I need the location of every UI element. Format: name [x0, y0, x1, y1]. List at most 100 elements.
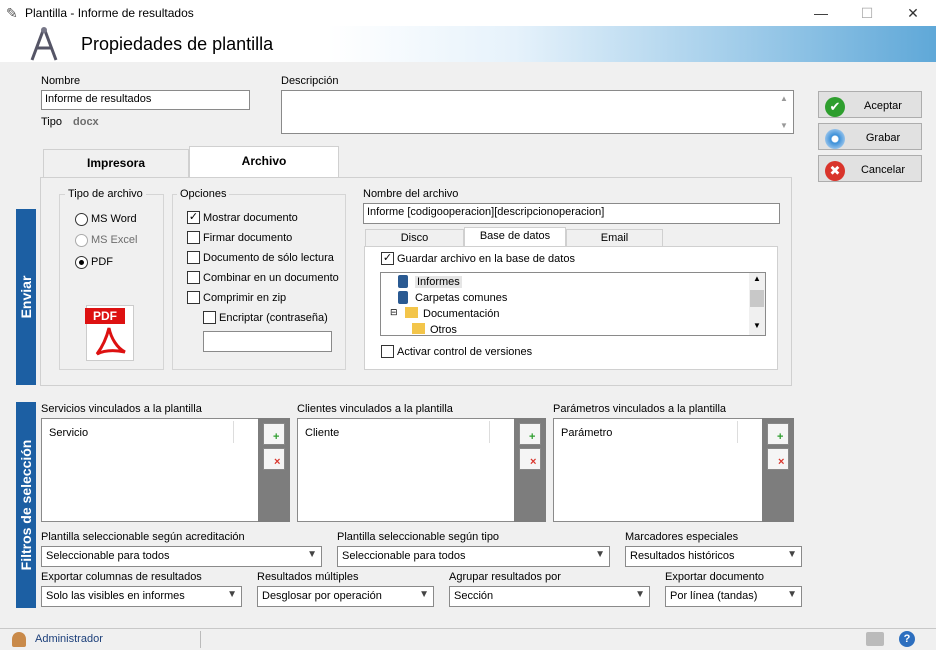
collapse-icon[interactable]: ⊟ [390, 307, 398, 318]
nombre-field[interactable]: Informe de resultados [41, 90, 250, 110]
opciones-title: Opciones [177, 188, 230, 200]
remove-icon: × [274, 456, 281, 468]
tab-archivo[interactable]: Archivo [189, 146, 339, 178]
exportar-columnas-select[interactable]: Solo las visibles en informes ▼ [41, 586, 242, 607]
nombre-archivo-label: Nombre del archivo [363, 188, 459, 200]
pdf-label[interactable]: PDF [91, 256, 113, 268]
status-bar: Administrador ? [0, 628, 936, 650]
firmar-documento-checkbox[interactable] [187, 231, 200, 244]
parametros-list[interactable]: Parámetro [553, 418, 763, 522]
solo-lectura-label[interactable]: Documento de sólo lectura [203, 252, 334, 264]
tree-item-otros[interactable]: Otros [430, 324, 457, 335]
enviar-sidebar: Enviar [16, 209, 36, 385]
compass-icon [30, 27, 58, 61]
add-cliente-button[interactable]: + [519, 423, 541, 445]
solo-lectura-checkbox[interactable] [187, 251, 200, 264]
comprimir-zip-label[interactable]: Comprimir en zip [203, 292, 286, 304]
title-bar: ✎ Plantilla - Informe de resultados — ☐ … [0, 0, 936, 26]
clientes-title: Clientes vinculados a la plantilla [297, 403, 453, 415]
tree-scrollbar[interactable]: ▲ ▼ [749, 273, 765, 335]
tipo-value: docx [73, 116, 99, 128]
agrupar-select[interactable]: Sección ▼ [449, 586, 650, 607]
descripcion-field[interactable] [281, 90, 794, 134]
add-icon: + [273, 431, 280, 443]
mostrar-documento-label[interactable]: Mostrar documento [203, 212, 298, 224]
exportar-columnas-label: Exportar columnas de resultados [41, 571, 202, 583]
ms-excel-label[interactable]: MS Excel [91, 234, 137, 246]
folder-icon [405, 307, 418, 318]
remove-servicio-button[interactable]: × [263, 448, 285, 470]
cancelar-button[interactable]: ✖ Cancelar [818, 155, 922, 182]
add-parametro-button[interactable]: + [767, 423, 789, 445]
pdf-radio[interactable] [75, 256, 88, 269]
grabar-button[interactable]: Grabar [818, 123, 922, 150]
remove-parametro-button[interactable]: × [767, 448, 789, 470]
folder-tree[interactable]: Informes Carpetas comunes ⊟ Documentació… [380, 272, 766, 336]
status-user: Administrador [35, 633, 103, 645]
close-button[interactable]: ✕ [890, 0, 936, 26]
exportar-documento-label: Exportar documento [665, 571, 765, 583]
disc-icon [825, 129, 845, 149]
database-icon [398, 291, 408, 304]
tipo-select[interactable]: Seleccionable para todos ▼ [337, 546, 610, 567]
guardar-bd-label[interactable]: Guardar archivo en la base de datos [397, 253, 575, 265]
parametro-column-header[interactable]: Parámetro [561, 427, 612, 439]
servicios-list[interactable]: Servicio [41, 418, 259, 522]
check-icon: ✔ [825, 97, 845, 117]
remove-cliente-button[interactable]: × [519, 448, 541, 470]
chevron-down-icon: ▼ [307, 549, 317, 560]
encriptar-checkbox[interactable] [203, 311, 216, 324]
tree-item-informes[interactable]: Informes [415, 276, 462, 288]
exportar-documento-select[interactable]: Por línea (tandas) ▼ [665, 586, 802, 607]
tipo-select-label: Plantilla seleccionable según tipo [337, 531, 500, 543]
scroll-up-icon[interactable]: ▲ [780, 94, 788, 103]
tipo-label: Tipo [41, 116, 62, 128]
ms-word-radio[interactable] [75, 213, 88, 226]
cancel-icon: ✖ [825, 161, 845, 181]
ms-word-label[interactable]: MS Word [91, 213, 137, 225]
marcadores-select[interactable]: Resultados históricos ▼ [625, 546, 802, 567]
chevron-down-icon: ▼ [595, 549, 605, 560]
folder-icon [412, 323, 425, 334]
help-icon[interactable]: ? [899, 631, 915, 647]
scroll-down-icon[interactable]: ▼ [780, 121, 788, 130]
printer-icon[interactable] [866, 632, 884, 646]
pdf-icon: PDF [85, 305, 134, 361]
tab-impresora[interactable]: Impresora [43, 149, 189, 178]
resultados-multiples-select[interactable]: Desglosar por operación ▼ [257, 586, 434, 607]
subtab-base-datos[interactable]: Base de datos [464, 227, 566, 247]
app-icon: ✎ [6, 5, 18, 21]
aceptar-button[interactable]: ✔ Aceptar [818, 91, 922, 118]
tree-item-documentacion[interactable]: Documentación [423, 308, 499, 320]
acreditacion-select[interactable]: Seleccionable para todos ▼ [41, 546, 322, 567]
password-field[interactable] [203, 331, 332, 352]
user-icon [12, 632, 26, 647]
versiones-label[interactable]: Activar control de versiones [397, 346, 532, 358]
guardar-bd-checkbox[interactable]: ✓ [381, 252, 394, 265]
versiones-checkbox[interactable] [381, 345, 394, 358]
parametros-title: Parámetros vinculados a la plantilla [553, 403, 727, 415]
clientes-list[interactable]: Cliente [297, 418, 515, 522]
chevron-down-icon: ▼ [787, 549, 797, 560]
servicio-column-header[interactable]: Servicio [49, 427, 88, 439]
firmar-documento-label[interactable]: Firmar documento [203, 232, 292, 244]
chevron-down-icon: ▼ [419, 589, 429, 600]
encriptar-label[interactable]: Encriptar (contraseña) [219, 312, 328, 324]
page-title: Propiedades de plantilla [81, 34, 274, 54]
comprimir-zip-checkbox[interactable] [187, 291, 200, 304]
subtab-disco[interactable]: Disco [365, 229, 464, 247]
maximize-button[interactable]: ☐ [844, 0, 890, 26]
combinar-checkbox[interactable] [187, 271, 200, 284]
chevron-down-icon: ▼ [227, 589, 237, 600]
cliente-column-header[interactable]: Cliente [305, 427, 339, 439]
servicios-title: Servicios vinculados a la plantilla [41, 403, 202, 415]
nombre-archivo-field[interactable]: Informe [codigooperacion][descripcionope… [363, 203, 780, 224]
subtab-email[interactable]: Email [566, 229, 663, 247]
add-servicio-button[interactable]: + [263, 423, 285, 445]
ms-excel-radio[interactable] [75, 234, 88, 247]
mostrar-documento-checkbox[interactable]: ✓ [187, 211, 200, 224]
tree-item-carpetas[interactable]: Carpetas comunes [415, 292, 507, 304]
combinar-label[interactable]: Combinar en un documento [203, 272, 339, 284]
parametros-toolbar: + × [762, 418, 794, 522]
minimize-button[interactable]: — [798, 0, 844, 26]
